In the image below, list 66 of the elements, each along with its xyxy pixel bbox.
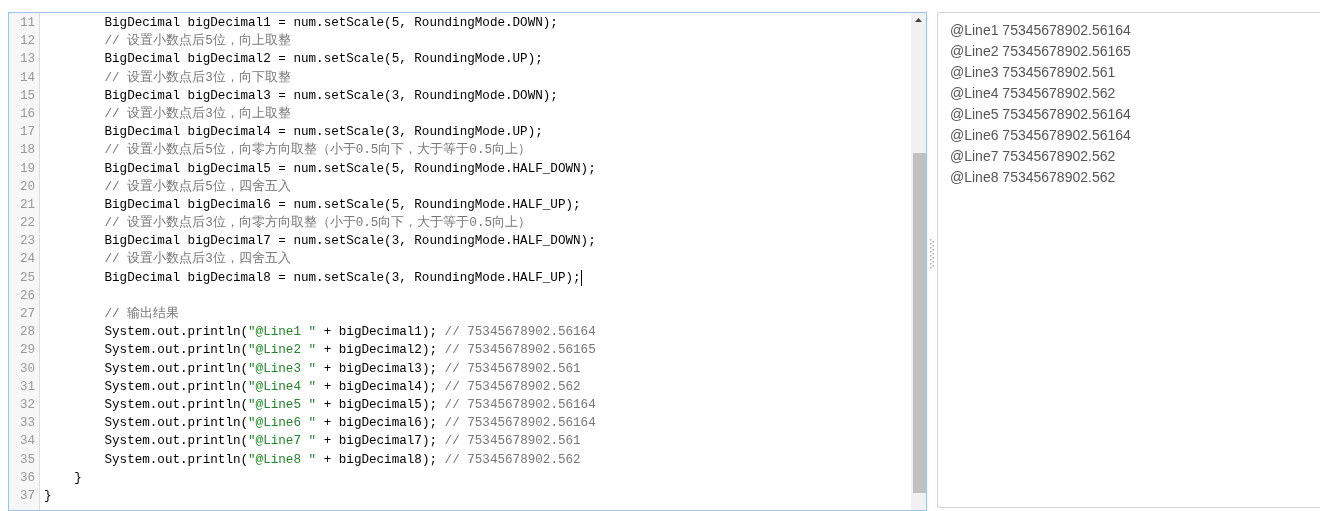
grip-icon	[930, 239, 934, 269]
line-number: 20	[18, 178, 36, 196]
line-number: 22	[18, 215, 36, 233]
code-line: BigDecimal bigDecimal3 = num.setScale(3, RoundingMode.DOWN);	[103, 87, 558, 105]
output-line: @Line2 75345678902.56165	[950, 42, 1132, 61]
code-line: // 输出结果	[103, 305, 180, 323]
output-line: @Line7 75345678902.562	[950, 147, 1117, 166]
code-line: System.out.println("@Line6 " + bigDecimal6); // 75345678902.56164	[103, 415, 596, 433]
code-line: // 设置小数点后3位，向上取整	[103, 105, 291, 123]
line-number: 19	[18, 160, 36, 178]
line-number: 12	[18, 33, 36, 51]
output-line: @Line3 75345678902.561	[950, 63, 1117, 82]
vertical-scrollbar[interactable]	[911, 13, 926, 510]
code-line: BigDecimal bigDecimal6 = num.setScale(5, RoundingMode.HALF_UP);	[103, 196, 581, 214]
code-line: }	[44, 487, 52, 505]
line-number: 14	[18, 69, 36, 87]
line-number: 25	[18, 269, 36, 287]
line-number: 33	[18, 415, 36, 433]
line-number: 13	[18, 51, 36, 69]
code-line: System.out.println("@Line7 " + bigDecimal7); // 75345678902.561	[103, 433, 581, 451]
line-number: 34	[18, 433, 36, 451]
code-line: System.out.println("@Line2 " + bigDecimal2); // 75345678902.56165	[103, 342, 596, 360]
line-number: 35	[18, 451, 36, 469]
code-line: // 设置小数点后3位，向下取整	[103, 69, 291, 87]
line-number: 27	[18, 306, 36, 323]
line-number: 29	[18, 342, 36, 360]
output-line: @Line5 75345678902.56164	[950, 105, 1132, 124]
line-number: 36	[18, 469, 36, 487]
code-editor[interactable]	[8, 12, 927, 511]
output-line: @Line6 75345678902.56164	[950, 126, 1132, 145]
code-line: BigDecimal bigDecimal7 = num.setScale(3, RoundingMode.HALF_DOWN);	[103, 233, 596, 251]
code-line: // 设置小数点后5位，向零方向取整（小于0.5向下，大于等于0.5向上）	[103, 141, 532, 160]
line-number: 11	[18, 15, 36, 32]
line-number: 37	[18, 487, 36, 505]
code-line: // 设置小数点后3位，四舍五入	[103, 250, 291, 269]
line-number: 28	[18, 324, 36, 342]
scrollbar-thumb[interactable]	[913, 153, 926, 493]
code-line: System.out.println("@Line4 " + bigDecimal4); // 75345678902.562	[103, 378, 581, 396]
line-number: 26	[18, 287, 36, 305]
code-line: BigDecimal bigDecimal1 = num.setScale(5, RoundingMode.DOWN);	[103, 15, 558, 32]
line-number: 30	[18, 360, 36, 378]
output-line: @Line8 75345678902.562	[950, 168, 1117, 187]
line-number: 31	[18, 378, 36, 396]
line-number: 15	[18, 87, 36, 105]
line-number: 16	[18, 105, 36, 123]
code-line: BigDecimal bigDecimal4 = num.setScale(3, RoundingMode.UP);	[103, 124, 543, 142]
code-line: BigDecimal bigDecimal8 = num.setScale(3, RoundingMode.HALF_UP);	[103, 269, 581, 287]
line-number: 32	[18, 396, 36, 414]
code-line: BigDecimal bigDecimal5 = num.setScale(5, RoundingMode.HALF_DOWN);	[103, 160, 596, 178]
line-number: 24	[18, 251, 36, 269]
scroll-up-arrow-icon[interactable]	[915, 18, 922, 22]
code-line: System.out.println("@Line5 " + bigDecimal5); // 75345678902.56164	[103, 396, 596, 414]
line-number: 21	[18, 196, 36, 214]
code-line: System.out.println("@Line3 " + bigDecimal3); // 75345678902.561	[103, 360, 581, 378]
line-number: 17	[18, 124, 36, 142]
code-line: // 设置小数点后5位，向上取整	[103, 32, 291, 51]
line-number: 18	[18, 142, 36, 160]
code-line: // 设置小数点后5位，四舍五入	[103, 178, 291, 196]
output-line: @Line1 75345678902.56164	[950, 21, 1132, 40]
output-line: @Line4 75345678902.562	[950, 84, 1117, 103]
code-line: // 设置小数点后3位，向零方向取整（小于0.5向下，大于等于0.5向上）	[103, 214, 532, 233]
code-line: }	[73, 469, 82, 487]
code-line: System.out.println("@Line8 " + bigDecimal8); // 75345678902.562	[103, 451, 581, 469]
code-line: BigDecimal bigDecimal2 = num.setScale(5, RoundingMode.UP);	[103, 51, 543, 69]
code-line: System.out.println("@Line1 " + bigDecimal1); // 75345678902.56164	[103, 324, 596, 342]
line-number: 23	[18, 233, 36, 251]
